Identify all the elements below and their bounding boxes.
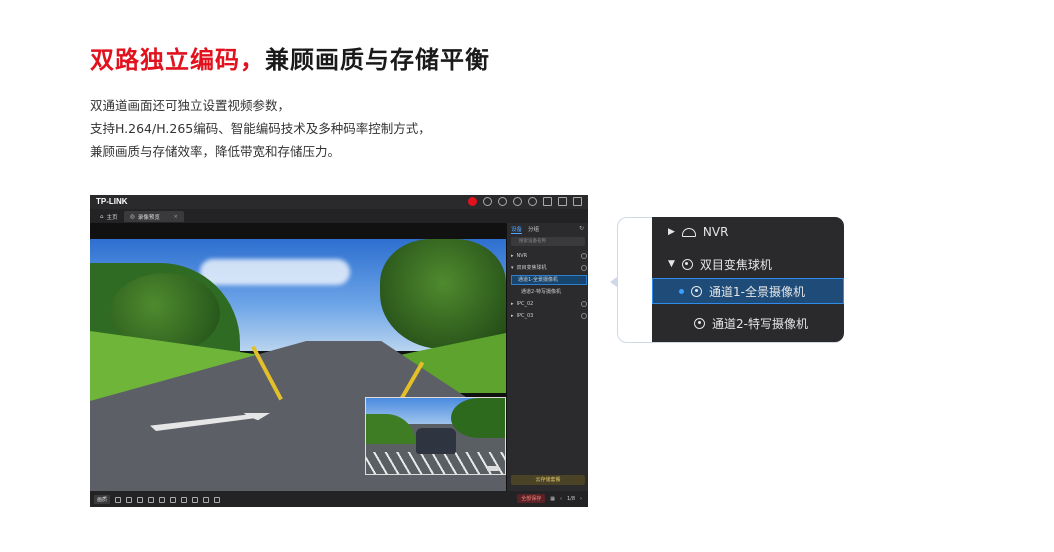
ptz-icon[interactable] (159, 496, 166, 503)
callout-item-channel1[interactable]: 通道1-全景摄像机 (652, 278, 844, 304)
cloud-storage-button[interactable]: 云存储套餐 (511, 475, 585, 485)
camera-icon (681, 258, 693, 270)
tab-preview-label: 录像预览 (137, 214, 160, 221)
tab-home-label: 主页 (106, 214, 118, 221)
next-page-icon[interactable]: › (580, 496, 582, 502)
info-icon[interactable] (513, 197, 522, 206)
camera-icon: ◎ (130, 213, 135, 220)
notification-icon[interactable] (468, 197, 477, 206)
collapse-icon: ▾ (511, 265, 514, 271)
lock-icon[interactable] (214, 496, 221, 503)
download-icon[interactable] (483, 197, 492, 206)
selected-dot-icon (679, 288, 684, 294)
tab-groups[interactable]: 分组 (528, 225, 539, 234)
video-view[interactable] (90, 223, 506, 491)
layout-icon[interactable]: ▦ (550, 496, 555, 502)
more-icon[interactable] (581, 313, 587, 319)
tree-item-label: NVR (516, 253, 528, 259)
tree-item-channel1[interactable]: 通道1-全景摄像机 (511, 275, 587, 285)
expand-icon: ▸ (511, 301, 514, 307)
page-indicator: 1/8 (566, 495, 575, 502)
description-line: 双通道画面还可独立设置视频参数， (90, 98, 291, 113)
audio-icon[interactable] (126, 496, 133, 503)
callout-label: 双目变焦球机 (699, 257, 772, 272)
tree-item-ptz[interactable]: ▾ 双目变焦球机 (511, 263, 587, 273)
callout-label: 通道1-全景摄像机 (709, 284, 805, 299)
more-icon[interactable] (581, 265, 587, 271)
nvr-icon (681, 227, 696, 237)
snapshot-icon[interactable] (137, 496, 144, 503)
tree-item-ipc03[interactable]: ▸ IPC_03 (511, 311, 587, 321)
collapse-toggle[interactable] (487, 466, 499, 471)
titlebar: TP-LINK (90, 195, 588, 209)
video-tree-right (380, 239, 506, 349)
expand-icon: ▸ (511, 313, 514, 319)
callout-pointer (610, 277, 617, 287)
headline-black: 兼顾画质与存储平衡 (265, 46, 490, 74)
close-icon[interactable] (573, 197, 582, 206)
zoom-icon[interactable] (115, 496, 122, 503)
alarm-icon[interactable] (192, 496, 199, 503)
more-icon[interactable] (581, 301, 587, 307)
callout-item-nvr[interactable]: ▶ NVR (652, 219, 844, 245)
quality-button[interactable]: 画质 (94, 495, 111, 504)
mic-icon[interactable] (181, 496, 188, 503)
pip-tree (451, 398, 505, 438)
toolbar-left: 画质 (94, 495, 221, 504)
callout-label: 通道2-特写摄像机 (712, 316, 808, 331)
panel-tabs: 设备 分组 (511, 225, 539, 234)
link-icon[interactable] (203, 496, 210, 503)
expand-icon: ▸ (511, 253, 514, 259)
tree-item-label: IPC_02 (516, 301, 534, 307)
tree-item-nvr[interactable]: ▸ NVR (511, 251, 587, 261)
tree-item-label: 通道2-特写摄像机 (521, 289, 561, 295)
save-all-button[interactable]: 全部保存 (517, 494, 546, 503)
description-line: 兼顾画质与存储效率，降低带宽和存储压力。 (90, 144, 341, 159)
camera-icon (694, 317, 705, 329)
device-panel: 设备 分组 ↻ 搜索设备名称 ▸ NVR ▾ 双目变焦球机 通道1-全景摄像机 … (506, 223, 588, 491)
bottom-toolbar: 画质 全部保存 ▦ ‹ 1/8 › (90, 491, 588, 507)
collapse-icon: ▼ (668, 259, 675, 269)
pip-car (416, 428, 456, 454)
tree-item-label: 通道1-全景摄像机 (518, 277, 558, 283)
settings-icon[interactable] (498, 197, 507, 206)
callout-item-channel2[interactable]: 通道2-特写摄像机 (652, 310, 844, 336)
callout-label: NVR (702, 225, 729, 239)
tree-item-channel2[interactable]: 通道2-特写摄像机 (511, 287, 587, 297)
tree-item-label: IPC_03 (516, 313, 534, 319)
tab-devices[interactable]: 设备 (511, 225, 523, 234)
headline-red: 双路独立编码， (90, 46, 265, 74)
prev-page-icon[interactable]: ‹ (560, 496, 562, 502)
record-icon[interactable] (148, 496, 155, 503)
tree-item-ipc02[interactable]: ▸ IPC_02 (511, 299, 587, 309)
pip-crosswalk (366, 452, 505, 474)
maximize-icon[interactable] (558, 197, 567, 206)
callout-zoom: ▶ NVR ▼ 双目变焦球机 通道1-全景摄像机 通道2-特写摄像机 (652, 217, 844, 342)
pip-video[interactable] (365, 397, 506, 475)
app-window: TP-LINK ⌂ 主页 ◎ 录像预览 × 设备 分组 ↻ 搜索设备名称 ▸ N… (90, 195, 588, 507)
toolbar-right: 全部保存 ▦ ‹ 1/8 › (517, 494, 582, 503)
tree-item-label: 双目变焦球机 (516, 265, 547, 271)
avatar[interactable] (528, 197, 537, 206)
titlebar-icons (468, 197, 582, 206)
tab-close-icon[interactable]: × (173, 214, 178, 220)
app-logo: TP-LINK (96, 197, 128, 206)
description: 双通道画面还可独立设置视频参数， 支持H.264/H.265编码、智能编码技术及… (90, 94, 431, 163)
more-icon[interactable] (581, 253, 587, 259)
talk-icon[interactable] (170, 496, 177, 503)
headline: 双路独立编码，兼顾画质与存储平衡 (90, 40, 490, 75)
device-search-input[interactable]: 搜索设备名称 (511, 237, 585, 246)
refresh-icon[interactable]: ↻ (579, 225, 584, 232)
minimize-icon[interactable] (543, 197, 552, 206)
home-icon: ⌂ (100, 213, 104, 220)
description-line: 支持H.264/H.265编码、智能编码技术及多种码率控制方式， (90, 121, 431, 136)
tab-preview[interactable]: ◎ 录像预览 × (124, 211, 184, 222)
tab-home[interactable]: ⌂ 主页 (94, 211, 124, 222)
camera-icon (691, 285, 702, 297)
callout-item-ptz[interactable]: ▼ 双目变焦球机 (652, 251, 844, 277)
expand-icon: ▶ (668, 227, 675, 237)
video-clouds (200, 259, 350, 285)
tabbar: ⌂ 主页 ◎ 录像预览 × (90, 209, 588, 223)
